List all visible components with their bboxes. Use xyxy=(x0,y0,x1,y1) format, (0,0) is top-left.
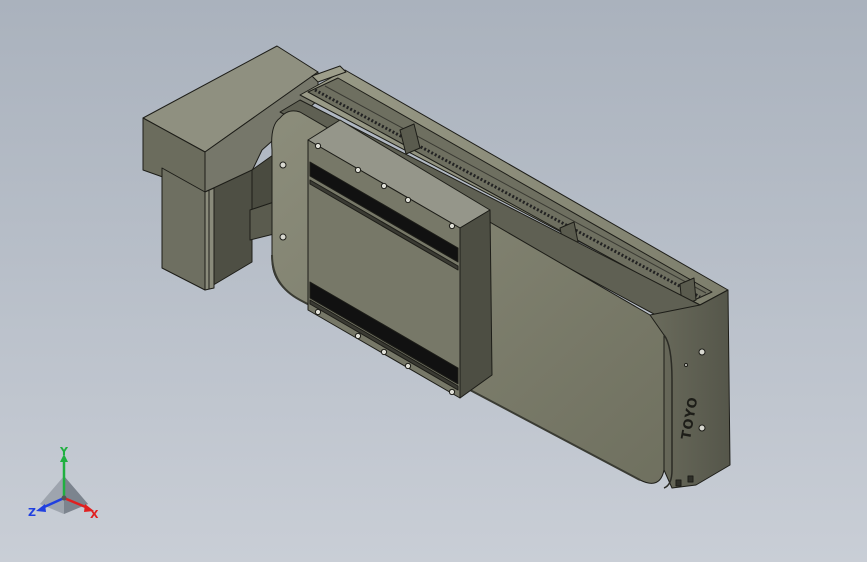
cad-viewport[interactable]: TOYO Y X Z xyxy=(0,0,867,562)
z-axis-label: Z xyxy=(28,506,36,519)
orientation-triad[interactable]: Y X Z xyxy=(24,446,104,526)
y-axis-label: Y xyxy=(59,446,69,458)
z-axis-head xyxy=(36,504,46,512)
x-axis-label: X xyxy=(90,508,99,521)
linear-actuator-model[interactable]: TOYO xyxy=(0,0,867,562)
